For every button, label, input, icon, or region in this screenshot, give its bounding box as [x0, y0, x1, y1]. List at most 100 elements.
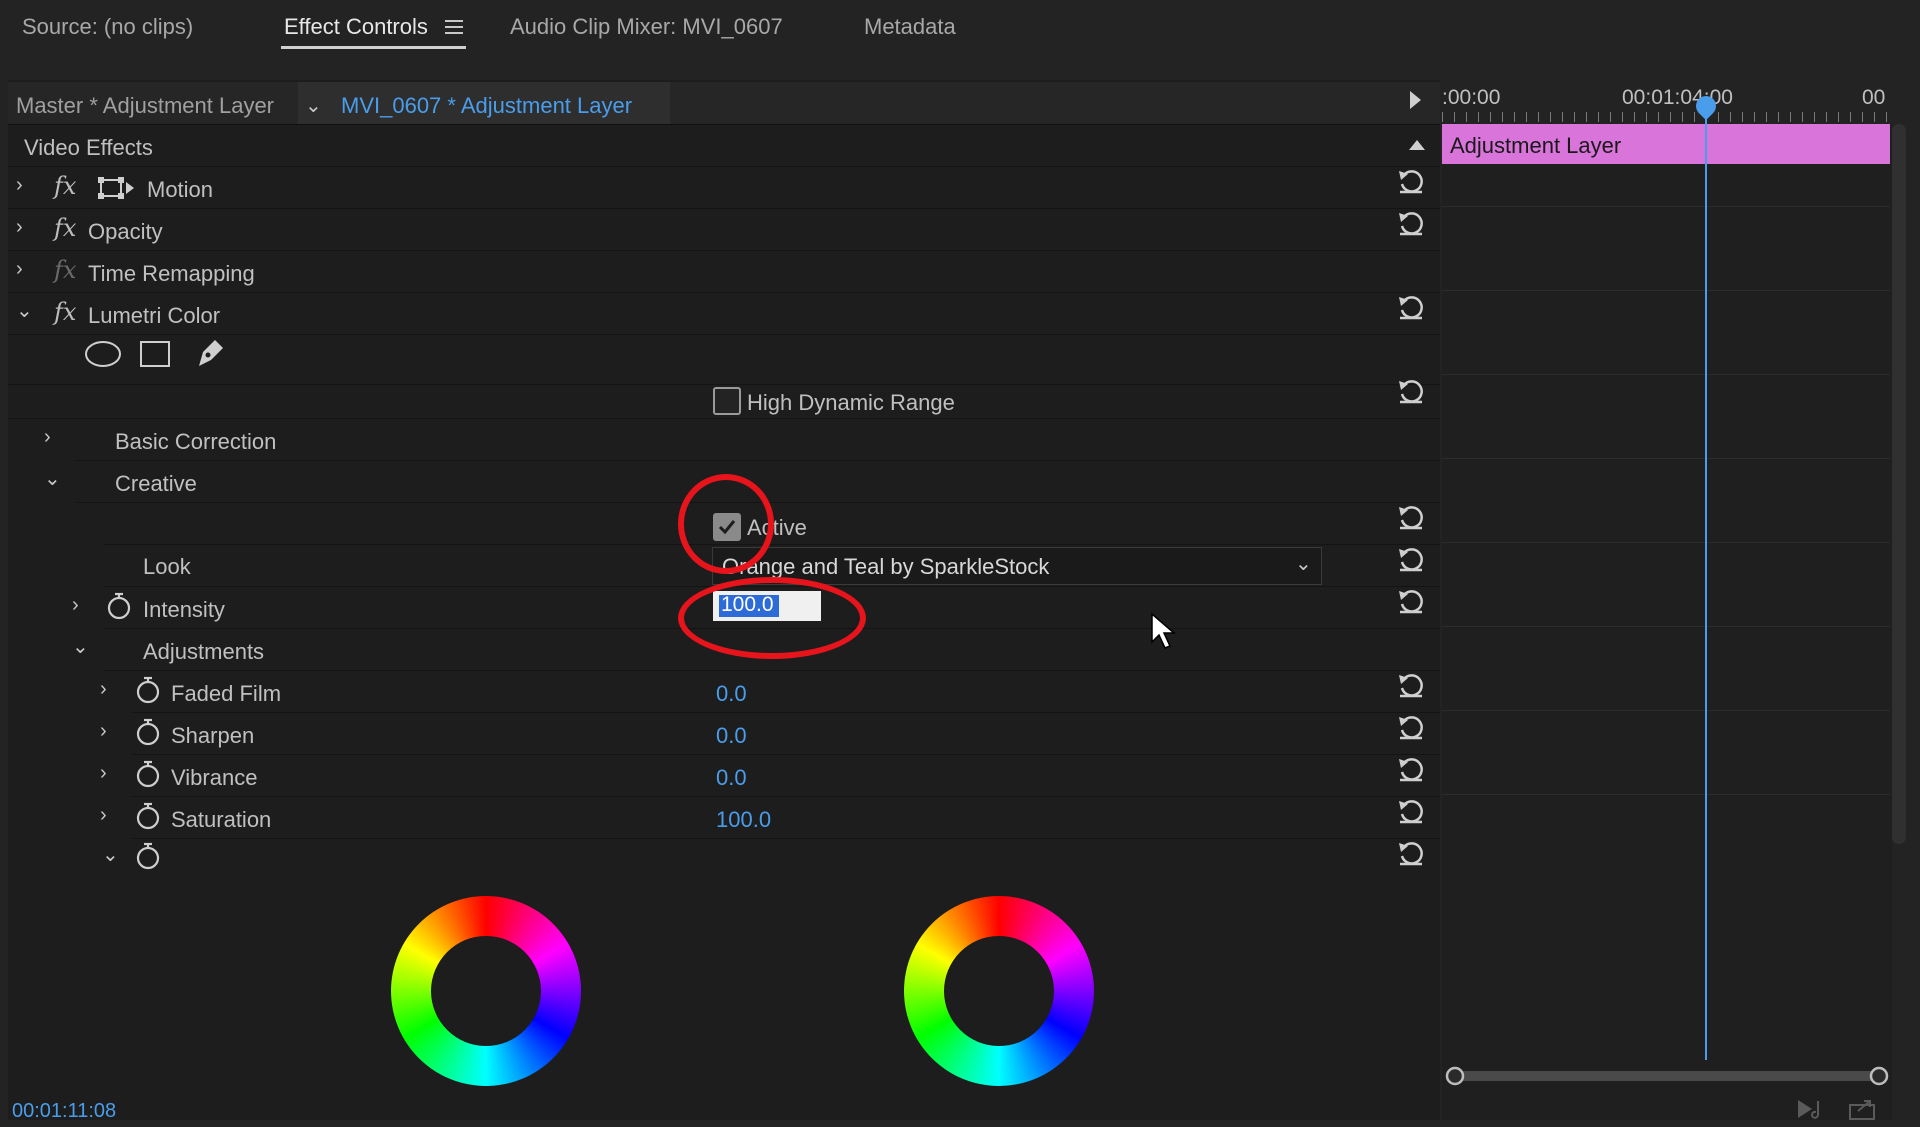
chevron-right-icon[interactable]: › [72, 594, 79, 617]
vertical-scrollbar[interactable] [1892, 124, 1906, 844]
param-row-sharpen [132, 712, 1440, 755]
reset-icon[interactable] [1396, 544, 1426, 574]
collapse-up-icon[interactable] [1408, 138, 1426, 152]
playhead-line[interactable] [1705, 100, 1707, 1060]
param-row-saturation [132, 796, 1440, 839]
param-row-faded-film [132, 670, 1440, 713]
reset-icon[interactable] [1396, 712, 1426, 742]
export-icon[interactable] [1848, 1097, 1878, 1121]
track-divider [1442, 374, 1890, 375]
fx-icon: fx [54, 256, 77, 284]
track-divider [1442, 206, 1890, 207]
video-effects-header [8, 124, 1440, 167]
stopwatch-icon[interactable] [135, 676, 161, 704]
reset-icon[interactable] [1396, 754, 1426, 784]
wheel-center [944, 936, 1054, 1046]
hdr-checkbox[interactable] [713, 387, 741, 415]
effect-row-motion [8, 166, 1440, 209]
track-divider [1442, 290, 1890, 291]
param-label: Sharpen [171, 723, 255, 748]
param-value[interactable]: 100.0 [716, 807, 771, 833]
reset-icon[interactable] [1396, 376, 1426, 406]
chevron-right-icon[interactable]: › [100, 678, 107, 701]
chevron-down-icon[interactable]: ⌄ [72, 634, 89, 659]
tab-metadata[interactable]: Metadata [864, 14, 956, 40]
param-row-vibrance [132, 754, 1440, 797]
track-divider [1442, 626, 1890, 627]
stopwatch-icon[interactable] [135, 802, 161, 830]
tab-effect-controls[interactable]: Effect Controls [284, 14, 428, 40]
shadow-tint-wheel[interactable] [391, 896, 581, 1086]
timeline-track-area[interactable] [1442, 124, 1892, 1120]
stopwatch-icon[interactable] [106, 592, 132, 620]
fx-icon[interactable]: fx [54, 172, 76, 200]
reset-icon[interactable] [1396, 586, 1426, 616]
effect-row-lumetri [8, 292, 1440, 335]
chevron-right-icon[interactable]: › [44, 426, 51, 449]
adjustments-label: Adjustments [143, 639, 265, 664]
chevron-down-icon[interactable]: ⌄ [16, 298, 33, 323]
track-divider [1442, 458, 1890, 459]
effect-name-time-remapping: Time Remapping [88, 261, 255, 286]
track-divider [1442, 542, 1890, 543]
basic-correction-label: Basic Correction [115, 429, 277, 454]
master-clip-label[interactable]: Master * Adjustment Layer [16, 93, 274, 119]
rectangle-mask-icon[interactable] [139, 340, 171, 368]
ruler-ticks [1442, 112, 1890, 122]
panel-menu-icon[interactable] [445, 16, 463, 36]
param-value[interactable]: 0.0 [716, 765, 747, 791]
reset-icon[interactable] [1396, 208, 1426, 238]
annotation-circle-active [678, 474, 774, 574]
reset-icon[interactable] [1396, 670, 1426, 700]
play-icon[interactable] [1410, 91, 1421, 109]
clip-label: Adjustment Layer [1450, 133, 1622, 158]
current-timecode[interactable]: 00:01:11:08 [12, 1100, 116, 1123]
chevron-down-icon[interactable]: ⌄ [44, 466, 61, 491]
reset-icon[interactable] [1396, 796, 1426, 826]
chevron-right-icon[interactable]: › [100, 804, 107, 827]
fx-icon[interactable]: fx [54, 214, 76, 242]
chevron-down-icon[interactable]: ⌄ [305, 93, 322, 118]
chevron-right-icon[interactable]: › [16, 258, 23, 281]
wheel-center [431, 936, 541, 1046]
tab-audio-clip-mixer[interactable]: Audio Clip Mixer: MVI_0607 [510, 14, 783, 40]
chevron-right-icon[interactable]: › [100, 720, 107, 743]
look-label: Look [143, 554, 191, 579]
ruler-start-time: :00:00 [1442, 86, 1501, 109]
stopwatch-icon[interactable] [135, 718, 161, 746]
effect-name-opacity: Opacity [88, 219, 163, 244]
reset-icon[interactable] [1396, 292, 1426, 322]
fx-icon[interactable]: fx [54, 298, 76, 326]
chevron-right-icon[interactable]: › [16, 216, 23, 239]
chevron-down-icon[interactable]: ⌄ [1295, 551, 1312, 576]
stopwatch-icon[interactable] [135, 842, 161, 870]
play-audio-icon[interactable] [1796, 1097, 1828, 1121]
reset-icon[interactable] [1396, 838, 1426, 868]
highlight-tint-wheel[interactable] [904, 896, 1094, 1086]
pen-mask-icon[interactable] [193, 336, 227, 370]
ellipse-mask-icon[interactable] [83, 340, 123, 368]
param-label: Vibrance [171, 765, 258, 790]
basic-correction-row[interactable] [76, 418, 1440, 461]
reset-icon[interactable] [1396, 502, 1426, 532]
chevron-down-icon[interactable]: ⌄ [102, 842, 119, 867]
effect-name-motion: Motion [147, 177, 214, 202]
active-tab-indicator [281, 46, 466, 49]
chevron-right-icon[interactable]: › [16, 174, 23, 197]
track-divider [1442, 710, 1890, 711]
stopwatch-icon[interactable] [135, 760, 161, 788]
param-value[interactable]: 0.0 [716, 681, 747, 707]
track-divider [1442, 794, 1890, 795]
zoom-scrollbar[interactable] [1442, 1063, 1892, 1089]
reset-icon[interactable] [1396, 166, 1426, 196]
param-value[interactable]: 0.0 [716, 723, 747, 749]
ruler-end-time: 00 [1862, 86, 1886, 109]
mouse-cursor-icon [1151, 612, 1177, 649]
active-clip-label[interactable]: MVI_0607 * Adjustment Layer [341, 93, 632, 119]
intensity-label: Intensity [143, 597, 225, 622]
param-label: Faded Film [171, 681, 282, 706]
tab-source[interactable]: Source: (no clips) [22, 14, 193, 40]
annotation-circle-intensity [678, 577, 866, 659]
chevron-right-icon[interactable]: › [100, 762, 107, 785]
transform-icon[interactable] [98, 176, 136, 200]
